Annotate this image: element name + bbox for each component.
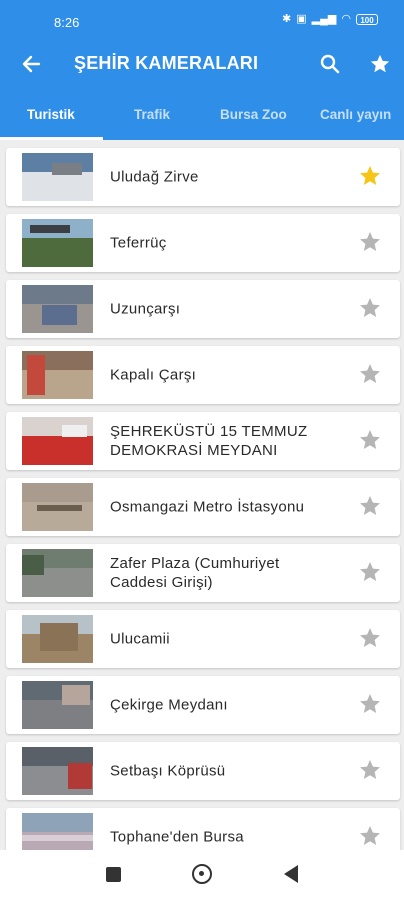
arrow-left-icon[interactable] — [17, 50, 45, 78]
star-icon[interactable] — [356, 294, 384, 322]
star-icon[interactable] — [356, 360, 384, 388]
camera-thumbnail — [22, 285, 93, 333]
camera-name: Zafer Plaza (Cumhuriyet Caddesi Girişi) — [110, 555, 280, 591]
camera-name: Uzunçarşı — [110, 300, 181, 318]
star-icon[interactable] — [356, 690, 384, 718]
camera-thumbnail — [22, 483, 93, 531]
camera-thumbnail — [22, 615, 93, 663]
list-item[interactable]: Uludağ Zirve — [6, 148, 400, 206]
camera-thumbnail — [22, 747, 93, 795]
star-icon[interactable] — [356, 426, 384, 454]
list-item[interactable]: Setbaşı Köprüsü — [6, 742, 400, 800]
recents-icon[interactable] — [106, 867, 121, 882]
tab-canli-yayin[interactable]: Canlı yayın — [320, 107, 391, 122]
back-triangle-icon[interactable] — [284, 865, 298, 883]
camera-name: Ulucamii — [110, 630, 170, 648]
list-item[interactable]: Ulucamii — [6, 610, 400, 668]
volte-icon: ▣ — [296, 13, 307, 25]
battery-icon: 100 — [356, 13, 378, 25]
camera-list: Uludağ Zirve Teferrüç Uzunçarşı Kapalı Ç… — [0, 140, 404, 850]
camera-name: Osmangazi Metro İstasyonu — [110, 498, 305, 516]
camera-name: ŞEHREKÜSTÜ 15 TEMMUZ DEMOKRASİ MEYDANI — [110, 423, 308, 459]
camera-thumbnail — [22, 549, 93, 597]
list-item[interactable]: Tophane'den Bursa — [6, 808, 400, 850]
list-item[interactable]: ŞEHREKÜSTÜ 15 TEMMUZ DEMOKRASİ MEYDANI — [6, 412, 400, 470]
list-item[interactable]: Teferrüç — [6, 214, 400, 272]
list-item[interactable]: Kapalı Çarşı — [6, 346, 400, 404]
camera-name: Setbaşı Köprüsü — [110, 762, 226, 780]
star-icon[interactable] — [356, 756, 384, 784]
camera-name: Çekirge Meydanı — [110, 696, 228, 714]
camera-name: Uludağ Zirve — [110, 168, 199, 186]
bluetooth-icon: ✱ — [282, 13, 292, 25]
tab-turistik[interactable]: Turistik — [27, 107, 75, 122]
star-icon[interactable] — [356, 558, 384, 586]
status-icons: ✱ ▣ ▂▄▆ ◠ 100 — [282, 13, 378, 25]
camera-thumbnail — [22, 681, 93, 729]
camera-name: Teferrüç — [110, 234, 167, 252]
star-icon[interactable] — [356, 228, 384, 256]
camera-thumbnail — [22, 417, 93, 465]
camera-thumbnail — [22, 813, 93, 850]
star-icon[interactable] — [356, 492, 384, 520]
wifi-icon: ◠ — [341, 13, 351, 25]
list-item[interactable]: Çekirge Meydanı — [6, 676, 400, 734]
signal-icon: ▂▄▆ — [311, 13, 337, 25]
camera-thumbnail — [22, 351, 93, 399]
status-time: 8:26 — [54, 15, 80, 30]
search-icon[interactable] — [316, 50, 344, 78]
camera-name: Kapalı Çarşı — [110, 366, 197, 384]
status-bar: 8:26 ✱ ▣ ▂▄▆ ◠ 100 — [0, 0, 404, 36]
camera-thumbnail — [22, 219, 93, 267]
camera-thumbnail — [22, 153, 93, 201]
star-icon[interactable] — [356, 162, 384, 190]
tab-bursa-zoo[interactable]: Bursa Zoo — [220, 107, 287, 122]
star-icon[interactable] — [356, 822, 384, 850]
tab-bar: Turistik Trafik Bursa Zoo Canlı yayın — [0, 93, 404, 140]
star-icon[interactable] — [366, 50, 394, 78]
list-item[interactable]: Osmangazi Metro İstasyonu — [6, 478, 400, 536]
home-icon[interactable] — [192, 864, 212, 884]
star-icon[interactable] — [356, 624, 384, 652]
tab-trafik[interactable]: Trafik — [134, 107, 170, 122]
page-title: ŞEHİR KAMERALARI — [74, 53, 259, 73]
system-nav-bar — [0, 850, 404, 900]
app-bar: ŞEHİR KAMERALARI — [0, 36, 404, 93]
list-item[interactable]: Zafer Plaza (Cumhuriyet Caddesi Girişi) — [6, 544, 400, 602]
list-item[interactable]: Uzunçarşı — [6, 280, 400, 338]
camera-name: Tophane'den Bursa — [110, 828, 244, 846]
